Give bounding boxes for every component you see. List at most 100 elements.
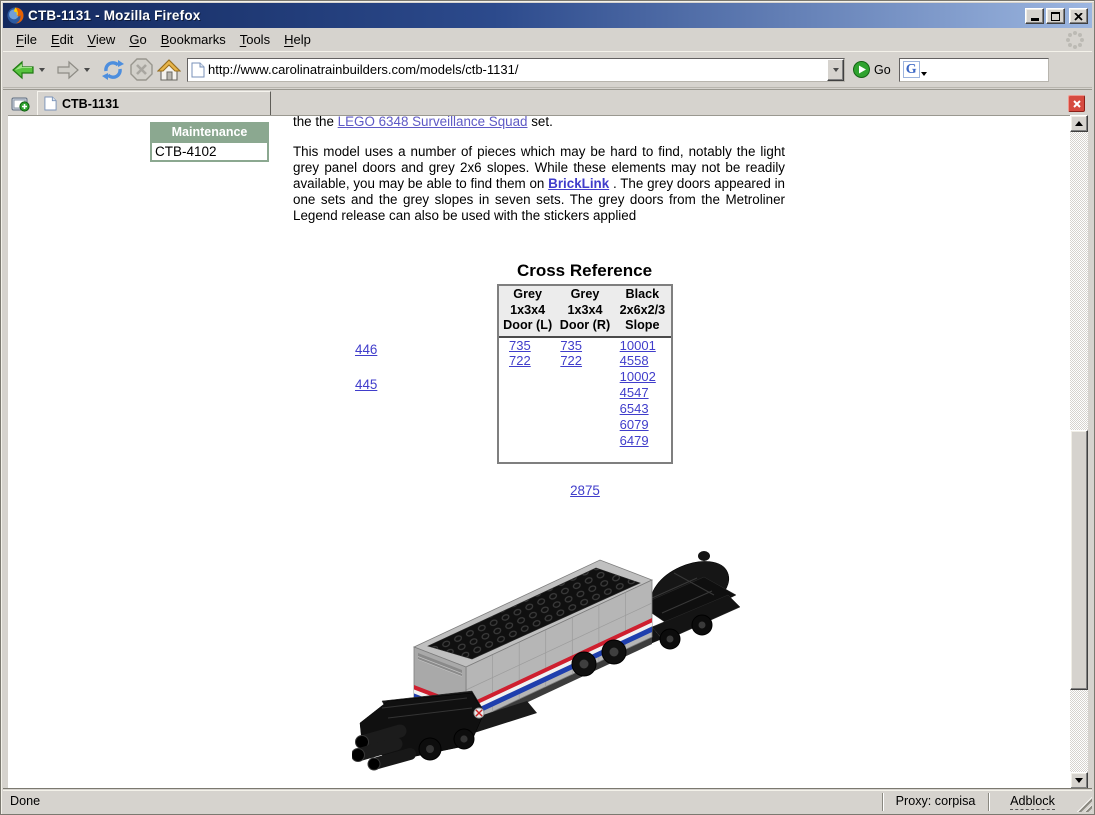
stop-icon xyxy=(129,58,153,81)
title-bar[interactable]: CTB-1131 - Mozilla Firefox xyxy=(3,3,1092,28)
go-icon[interactable] xyxy=(853,61,870,78)
link-735[interactable]: 735 xyxy=(560,338,582,353)
page-content: Maintenance CTB-4102 the the LEGO 6348 S… xyxy=(8,115,1070,789)
forward-dropdown[interactable] xyxy=(84,67,90,72)
stop-button[interactable] xyxy=(127,56,155,84)
link-lego-6348-surveillance-squad[interactable]: LEGO 6348 Surveillance Squad xyxy=(338,116,528,129)
link-722[interactable]: 722 xyxy=(509,353,531,368)
new-tab-icon xyxy=(11,97,30,112)
column-header: Grey 1x3x4 Door (R) xyxy=(556,286,614,338)
window-title: CTB-1131 - Mozilla Firefox xyxy=(28,8,201,23)
close-button[interactable] xyxy=(1069,7,1088,24)
scrollbar-thumb[interactable] xyxy=(1070,430,1088,690)
firefox-icon xyxy=(7,7,24,24)
adblock-label[interactable]: Adblock xyxy=(1010,793,1055,810)
search-bar: G xyxy=(898,57,1049,82)
go-label[interactable]: Go xyxy=(874,63,891,77)
minimize-button[interactable] xyxy=(1025,7,1044,24)
browser-window: CTB-1131 - Mozilla Firefox File Edit View G… xyxy=(0,0,1095,815)
maintenance-header: Maintenance xyxy=(152,124,267,141)
tab-close-button[interactable] xyxy=(1068,95,1085,112)
menu-file[interactable]: File xyxy=(9,29,44,50)
cross-reference-box: Grey 1x3x4 Door (L) Grey 1x3x4 Door (R) Black 2… xyxy=(497,284,673,464)
link-722[interactable]: 722 xyxy=(560,353,582,368)
cross-reference-table: Grey 1x3x4 Door (L) Grey 1x3x4 Door (R) Black 2… xyxy=(499,286,671,449)
table-row: 10002 xyxy=(499,369,671,385)
bottom-link-wrap: 2875 xyxy=(497,483,673,498)
url-input[interactable] xyxy=(208,59,827,80)
address-bar xyxy=(187,57,845,82)
left-links: 446 445 xyxy=(355,342,377,392)
link-6479[interactable]: 6479 xyxy=(620,433,649,448)
google-icon[interactable]: G xyxy=(902,61,920,78)
link-445[interactable]: 445 xyxy=(355,377,377,392)
search-input[interactable] xyxy=(928,62,1048,77)
lego-train-image xyxy=(352,551,741,771)
menu-edit[interactable]: Edit xyxy=(44,29,80,50)
link-6543[interactable]: 6543 xyxy=(620,401,649,416)
status-text: Done xyxy=(10,793,41,808)
menu-bookmarks[interactable]: Bookmarks xyxy=(154,29,233,50)
url-dropdown[interactable] xyxy=(827,58,844,81)
menu-view[interactable]: View xyxy=(80,29,122,50)
tab-close-icon xyxy=(1072,99,1081,108)
link-10001[interactable]: 10001 xyxy=(620,338,656,353)
link-446[interactable]: 446 xyxy=(355,342,377,357)
maintenance-box: Maintenance CTB-4102 xyxy=(150,122,269,162)
proxy-panel[interactable]: Proxy: corpisa xyxy=(882,792,988,811)
column-header: Black 2x6x2/3 Slope xyxy=(613,286,671,338)
tab-ctb-1131[interactable]: CTB-1131 xyxy=(37,91,271,115)
back-button[interactable] xyxy=(9,56,37,84)
status-bar: Done Proxy: corpisa Adblock xyxy=(3,790,1092,812)
intro-line: the the LEGO 6348 Surveillance Squad set… xyxy=(293,115,553,129)
link-bricklink[interactable]: BrickLink xyxy=(548,176,609,191)
vertical-scrollbar[interactable] xyxy=(1070,115,1088,789)
menu-tools[interactable]: Tools xyxy=(233,29,277,50)
link-6079[interactable]: 6079 xyxy=(620,417,649,432)
forward-button[interactable] xyxy=(54,56,82,84)
tab-strip: CTB-1131 xyxy=(3,89,1092,115)
new-tab-button[interactable] xyxy=(8,92,32,114)
menu-go[interactable]: Go xyxy=(122,29,153,50)
reload-icon xyxy=(102,59,124,80)
column-header: Grey 1x3x4 Door (L) xyxy=(499,286,557,338)
scroll-up-button[interactable] xyxy=(1070,115,1088,132)
throbber-icon xyxy=(1066,30,1084,49)
chevron-down-icon xyxy=(832,67,839,72)
back-icon xyxy=(12,60,34,79)
forward-icon xyxy=(57,60,79,79)
link-4558[interactable]: 4558 xyxy=(620,353,649,368)
close-icon xyxy=(1074,12,1083,21)
table-row: 6079 xyxy=(499,417,671,433)
maximize-button[interactable] xyxy=(1046,7,1065,24)
arrow-down-icon xyxy=(1075,778,1083,783)
link-735[interactable]: 735 xyxy=(509,338,531,353)
search-engine-dropdown[interactable] xyxy=(920,71,927,76)
navigation-toolbar: Go G xyxy=(3,51,1092,88)
scroll-down-button[interactable] xyxy=(1070,772,1088,789)
maintenance-item[interactable]: CTB-4102 xyxy=(152,141,267,160)
home-icon xyxy=(157,58,181,81)
home-button[interactable] xyxy=(155,56,183,84)
table-row: 735 735 10001 xyxy=(499,337,671,353)
body-paragraph: This model uses a number of pieces which… xyxy=(293,144,785,223)
minimize-icon xyxy=(1030,17,1039,21)
table-row: 4547 xyxy=(499,385,671,401)
table-row: 6543 xyxy=(499,401,671,417)
link-2875[interactable]: 2875 xyxy=(570,483,600,498)
back-dropdown[interactable] xyxy=(39,67,45,72)
content-divider xyxy=(3,788,1092,789)
adblock-panel[interactable]: Adblock xyxy=(988,792,1076,811)
resize-grip[interactable] xyxy=(1076,796,1092,812)
link-4547[interactable]: 4547 xyxy=(620,385,649,400)
menu-bar: File Edit View Go Bookmarks Tools Help xyxy=(3,28,1092,51)
menu-help[interactable]: Help xyxy=(277,29,318,50)
page-icon xyxy=(191,62,205,77)
tab-favicon xyxy=(44,96,57,111)
cross-reference-title: Cross Reference xyxy=(516,261,653,280)
maximize-icon xyxy=(1051,11,1060,21)
reload-button[interactable] xyxy=(99,56,127,84)
table-row: 722 722 4558 xyxy=(499,353,671,369)
link-10002[interactable]: 10002 xyxy=(620,369,656,384)
tab-label: CTB-1131 xyxy=(62,96,119,111)
